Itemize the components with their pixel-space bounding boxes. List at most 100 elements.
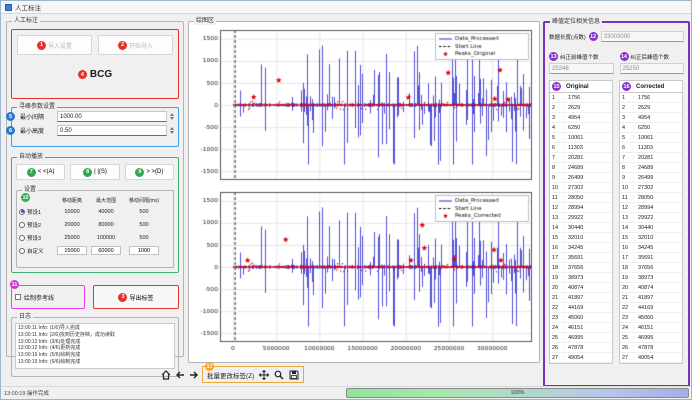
preset-radio[interactable] [19,248,25,254]
peak-table-row[interactable]: 510061 [550,133,612,143]
peak-table-row[interactable]: 2141897 [550,293,612,303]
peak-table-row[interactable]: 2345060 [620,313,682,323]
peak-table-row[interactable]: 2749054 [620,353,682,363]
peak-table-row[interactable]: 720281 [620,153,682,163]
spin-up-icon[interactable] [170,113,174,116]
peak-table-row[interactable]: 1027302 [620,183,682,193]
peak-table-row[interactable]: 2446151 [620,323,682,333]
peak-table-row[interactable]: 1634245 [550,243,612,253]
app-window: { "window": { "title": "人工标注", "statusba… [0,0,692,400]
peak-table-row[interactable]: 1228994 [620,203,682,213]
peak-table-row[interactable]: 1938973 [550,273,612,283]
draw-reference-checkbox[interactable] [15,294,21,300]
after-count-field[interactable]: 25250 [620,63,685,74]
original-header-label: Original [566,84,589,90]
peak-table-row[interactable]: 824689 [620,163,682,173]
data-length-field[interactable]: 33003000 [601,31,684,42]
pan-icon[interactable] [258,369,269,380]
export-labels-button[interactable]: 3 导出标签 [94,286,178,308]
peak-table-row[interactable]: 34954 [620,113,682,123]
custom-value-input[interactable] [57,246,87,255]
pause-label: | |(S) [94,169,107,175]
peak-table-row[interactable]: 2647878 [620,343,682,353]
custom-value-input[interactable] [91,246,121,255]
peak-table-row[interactable]: 926499 [620,173,682,183]
peak-table-row[interactable]: 1735691 [550,253,612,263]
peak-table-row[interactable]: 11756 [620,93,682,103]
peak-table-row[interactable]: 1837656 [620,263,682,273]
peak-table-row[interactable]: 1027302 [550,183,612,193]
log-box: 日志 13:00:11 Info: (1/6)导入完成13:00:11 Info… [11,317,179,377]
peak-table-row[interactable]: 1938973 [620,273,682,283]
corrected-table-header: 16 Corrected [620,81,682,93]
before-count-field[interactable]: 25248 [549,63,614,74]
peak-table-row[interactable]: 720281 [550,153,612,163]
peak-table-row[interactable]: 1634245 [620,243,682,253]
pause-button[interactable]: 8 | |(S) [70,164,119,180]
import-settings-button[interactable]: 1 导入设置 [17,35,92,55]
peak-table-row[interactable]: 1128050 [620,193,682,203]
original-table-body: 1175622629349544625051006161130372028182… [550,93,612,363]
signal-plots-canvas[interactable] [192,26,538,358]
save-icon[interactable] [288,369,299,380]
step-back-button[interactable]: 7 < <(A) [16,164,65,180]
peak-table-row[interactable]: 1228994 [550,203,612,213]
peak-table-row[interactable]: 2040874 [620,283,682,293]
peak-table-row[interactable]: 1735691 [620,253,682,263]
back-arrow-icon[interactable] [174,369,185,380]
original-peaks-table[interactable]: 15 Original 1175622629349544625051006161… [549,80,613,364]
peak-table-row[interactable]: 2749054 [550,353,612,363]
peak-table-row[interactable]: 1329922 [620,213,682,223]
peak-table-row[interactable]: 2647878 [550,343,612,353]
preset-radio[interactable] [19,235,25,241]
peak-table-row[interactable]: 1430440 [550,223,612,233]
zoom-icon[interactable] [273,369,284,380]
peak-table-row[interactable]: 611303 [550,143,612,153]
peak-table-row[interactable]: 1128050 [550,193,612,203]
preset-radio[interactable] [19,222,25,228]
peak-table-row[interactable]: 22629 [620,103,682,113]
min-height-spinner[interactable] [170,127,174,134]
peak-table-row[interactable]: 46250 [620,123,682,133]
peak-table-row[interactable]: 2345060 [550,313,612,323]
preset-row: 自定义 [17,244,173,257]
peak-table-row[interactable]: 22629 [550,103,612,113]
peak-table-row[interactable]: 11756 [550,93,612,103]
peak-table-row[interactable]: 2244169 [550,303,612,313]
peak-table-row[interactable]: 1532010 [550,233,612,243]
spin-up-icon[interactable] [170,127,174,130]
peak-table-row[interactable]: 611303 [620,143,682,153]
home-icon[interactable] [160,369,171,380]
custom-value-input[interactable] [129,246,159,255]
peak-table-row[interactable]: 926499 [550,173,612,183]
peak-table-row[interactable]: 46250 [550,123,612,133]
peak-table-row[interactable]: 2244169 [620,303,682,313]
min-interval-input[interactable]: 1000.00 [57,111,167,122]
peak-table-row[interactable]: 2141897 [620,293,682,303]
log-line: 13:00:11 Info: (2/6)找到历史存档，成功读取 [18,332,172,339]
min-height-input[interactable]: 0.50 [57,125,167,136]
batch-edit-label[interactable]: 批量更改标签(Z) [207,370,254,380]
corrected-peaks-table[interactable]: 16 Corrected 117562262934954462505100616… [619,80,683,364]
peak-table-row[interactable]: 510061 [620,133,682,143]
start-import-button[interactable]: 2 开始导入 [98,35,173,55]
peak-table-row[interactable]: 2446151 [550,323,612,333]
peak-table-row[interactable]: 2546995 [620,333,682,343]
log-title: 日志 [17,314,33,321]
min-interval-spinner[interactable] [170,113,174,120]
step-forward-button[interactable]: 9 > >(D) [125,164,174,180]
peak-table-row[interactable]: 1837656 [550,263,612,273]
peak-table-row[interactable]: 1532010 [620,233,682,243]
spin-down-icon[interactable] [170,117,174,120]
peak-table-row[interactable]: 1329922 [550,213,612,223]
forward-arrow-icon[interactable] [188,369,199,380]
spin-down-icon[interactable] [170,131,174,134]
peak-table-row[interactable]: 824689 [550,163,612,173]
peak-table-row[interactable]: 2040874 [550,283,612,293]
peak-table-row[interactable]: 1430440 [620,223,682,233]
export-box: 3 导出标签 [93,285,179,309]
peak-table-row[interactable]: 34954 [550,113,612,123]
log-output[interactable]: 13:00:11 Info: (1/6)导入完成13:00:11 Info: (… [15,323,175,369]
peak-table-row[interactable]: 2546995 [550,333,612,343]
preset-radio[interactable] [19,209,25,215]
